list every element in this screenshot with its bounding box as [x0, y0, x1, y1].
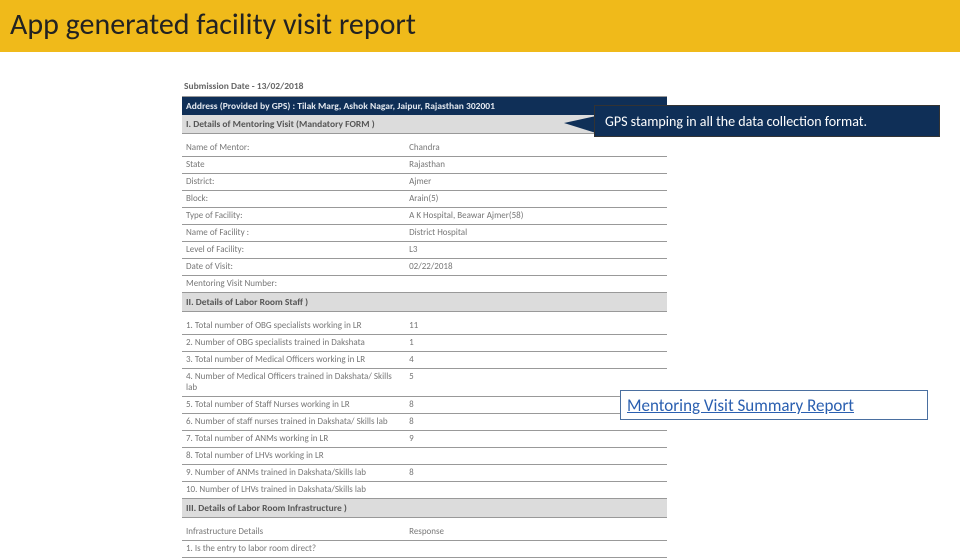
- field-value: L3: [405, 242, 667, 259]
- field-value: [405, 448, 667, 465]
- table-row: 7. Total number of ANMs working in LR9: [182, 431, 667, 448]
- table-row: 6. Number of staff nurses trained in Dak…: [182, 414, 667, 431]
- table-row: 9. Number of ANMs trained in Dakshata/Sk…: [182, 465, 667, 482]
- field-value: District Hospital: [405, 225, 667, 242]
- section-3-table: Infrastructure Details Response 1. Is th…: [182, 524, 667, 558]
- field-label: 9. Number of ANMs trained in Dakshata/Sk…: [182, 465, 405, 482]
- section-1-table: Name of Mentor:Chandra StateRajasthan Di…: [182, 140, 667, 293]
- field-label: 1. Total number of OBG specialists worki…: [182, 318, 405, 335]
- submission-label: Submission Date -: [184, 80, 255, 92]
- table-row: 10. Number of LHVs trained in Dakshata/S…: [182, 482, 667, 499]
- table-row: 3. Total number of Medical Officers work…: [182, 352, 667, 369]
- address-label: Address (Provided by GPS) :: [186, 100, 295, 112]
- table-row: 4. Number of Medical Officers trained in…: [182, 369, 667, 397]
- field-label: Block:: [182, 191, 405, 208]
- table-row: 8. Total number of LHVs working in LR: [182, 448, 667, 465]
- table-row: Name of Facility :District Hospital: [182, 225, 667, 242]
- summary-report-link[interactable]: Mentoring Visit Summary Report: [620, 390, 928, 420]
- address-value: Tilak Marg, Ashok Nagar, Jaipur, Rajasth…: [297, 100, 495, 112]
- field-label: Type of Facility:: [182, 208, 405, 225]
- field-value: [405, 276, 667, 293]
- table-row: Type of Facility:A K Hospital, Beawar Aj…: [182, 208, 667, 225]
- field-value: Ajmer: [405, 174, 667, 191]
- field-label: 10. Number of LHVs trained in Dakshata/S…: [182, 482, 405, 499]
- callout-pointer-icon: [564, 116, 596, 133]
- field-value: 1: [405, 335, 667, 352]
- table-row: Infrastructure Details Response: [182, 524, 667, 541]
- gps-callout: GPS stamping in all the data collection …: [594, 105, 940, 137]
- table-row: 2. Number of OBG specialists trained in …: [182, 335, 667, 352]
- page-title: App generated facility visit report: [0, 0, 960, 52]
- field-label: Name of Mentor:: [182, 140, 405, 157]
- field-label: District:: [182, 174, 405, 191]
- section-3-header: III. Details of Labor Room Infrastructur…: [182, 499, 667, 518]
- field-label: Level of Facility:: [182, 242, 405, 259]
- table-row: StateRajasthan: [182, 157, 667, 174]
- field-label: 1. Is the entry to labor room direct?: [182, 541, 405, 558]
- table-row: Mentoring Visit Number:: [182, 276, 667, 293]
- field-value: 02/22/2018: [405, 259, 667, 276]
- field-value: 9: [405, 431, 667, 448]
- table-row: 1. Is the entry to labor room direct?: [182, 541, 667, 558]
- field-value: 4: [405, 352, 667, 369]
- table-row: Name of Mentor:Chandra: [182, 140, 667, 157]
- section-2-table: 1. Total number of OBG specialists worki…: [182, 318, 667, 499]
- field-label: 4. Number of Medical Officers trained in…: [182, 369, 405, 397]
- field-value: 11: [405, 318, 667, 335]
- column-header: Infrastructure Details: [182, 524, 405, 541]
- callout-text: GPS stamping in all the data collection …: [605, 113, 867, 130]
- field-label: Name of Facility :: [182, 225, 405, 242]
- table-row: 1. Total number of OBG specialists worki…: [182, 318, 667, 335]
- field-label: 2. Number of OBG specialists trained in …: [182, 335, 405, 352]
- section-2-header: II. Details of Labor Room Staff ): [182, 293, 667, 312]
- summary-report-link-text: Mentoring Visit Summary Report: [627, 395, 854, 416]
- field-value: Rajasthan: [405, 157, 667, 174]
- field-label: 5. Total number of Staff Nurses working …: [182, 397, 405, 414]
- field-value: 8: [405, 465, 667, 482]
- report-document: Submission Date - 13/02/2018 Address (Pr…: [182, 78, 667, 558]
- field-label: 8. Total number of LHVs working in LR: [182, 448, 405, 465]
- field-value: [405, 482, 667, 499]
- field-label: 6. Number of staff nurses trained in Dak…: [182, 414, 405, 431]
- field-label: Date of Visit:: [182, 259, 405, 276]
- field-value: [405, 541, 667, 558]
- submission-row: Submission Date - 13/02/2018: [182, 78, 667, 97]
- field-value: Arain(5): [405, 191, 667, 208]
- field-label: State: [182, 157, 405, 174]
- table-row: Date of Visit:02/22/2018: [182, 259, 667, 276]
- field-label: 3. Total number of Medical Officers work…: [182, 352, 405, 369]
- table-row: District:Ajmer: [182, 174, 667, 191]
- field-label: 7. Total number of ANMs working in LR: [182, 431, 405, 448]
- field-value: A K Hospital, Beawar Ajmer(58): [405, 208, 667, 225]
- field-label: Mentoring Visit Number:: [182, 276, 405, 293]
- submission-date: 13/02/2018: [257, 80, 304, 92]
- table-row: Block:Arain(5): [182, 191, 667, 208]
- table-row: Level of Facility:L3: [182, 242, 667, 259]
- table-row: 5. Total number of Staff Nurses working …: [182, 397, 667, 414]
- field-value: Chandra: [405, 140, 667, 157]
- page-title-text: App generated facility visit report: [10, 6, 416, 43]
- column-header: Response: [405, 524, 667, 541]
